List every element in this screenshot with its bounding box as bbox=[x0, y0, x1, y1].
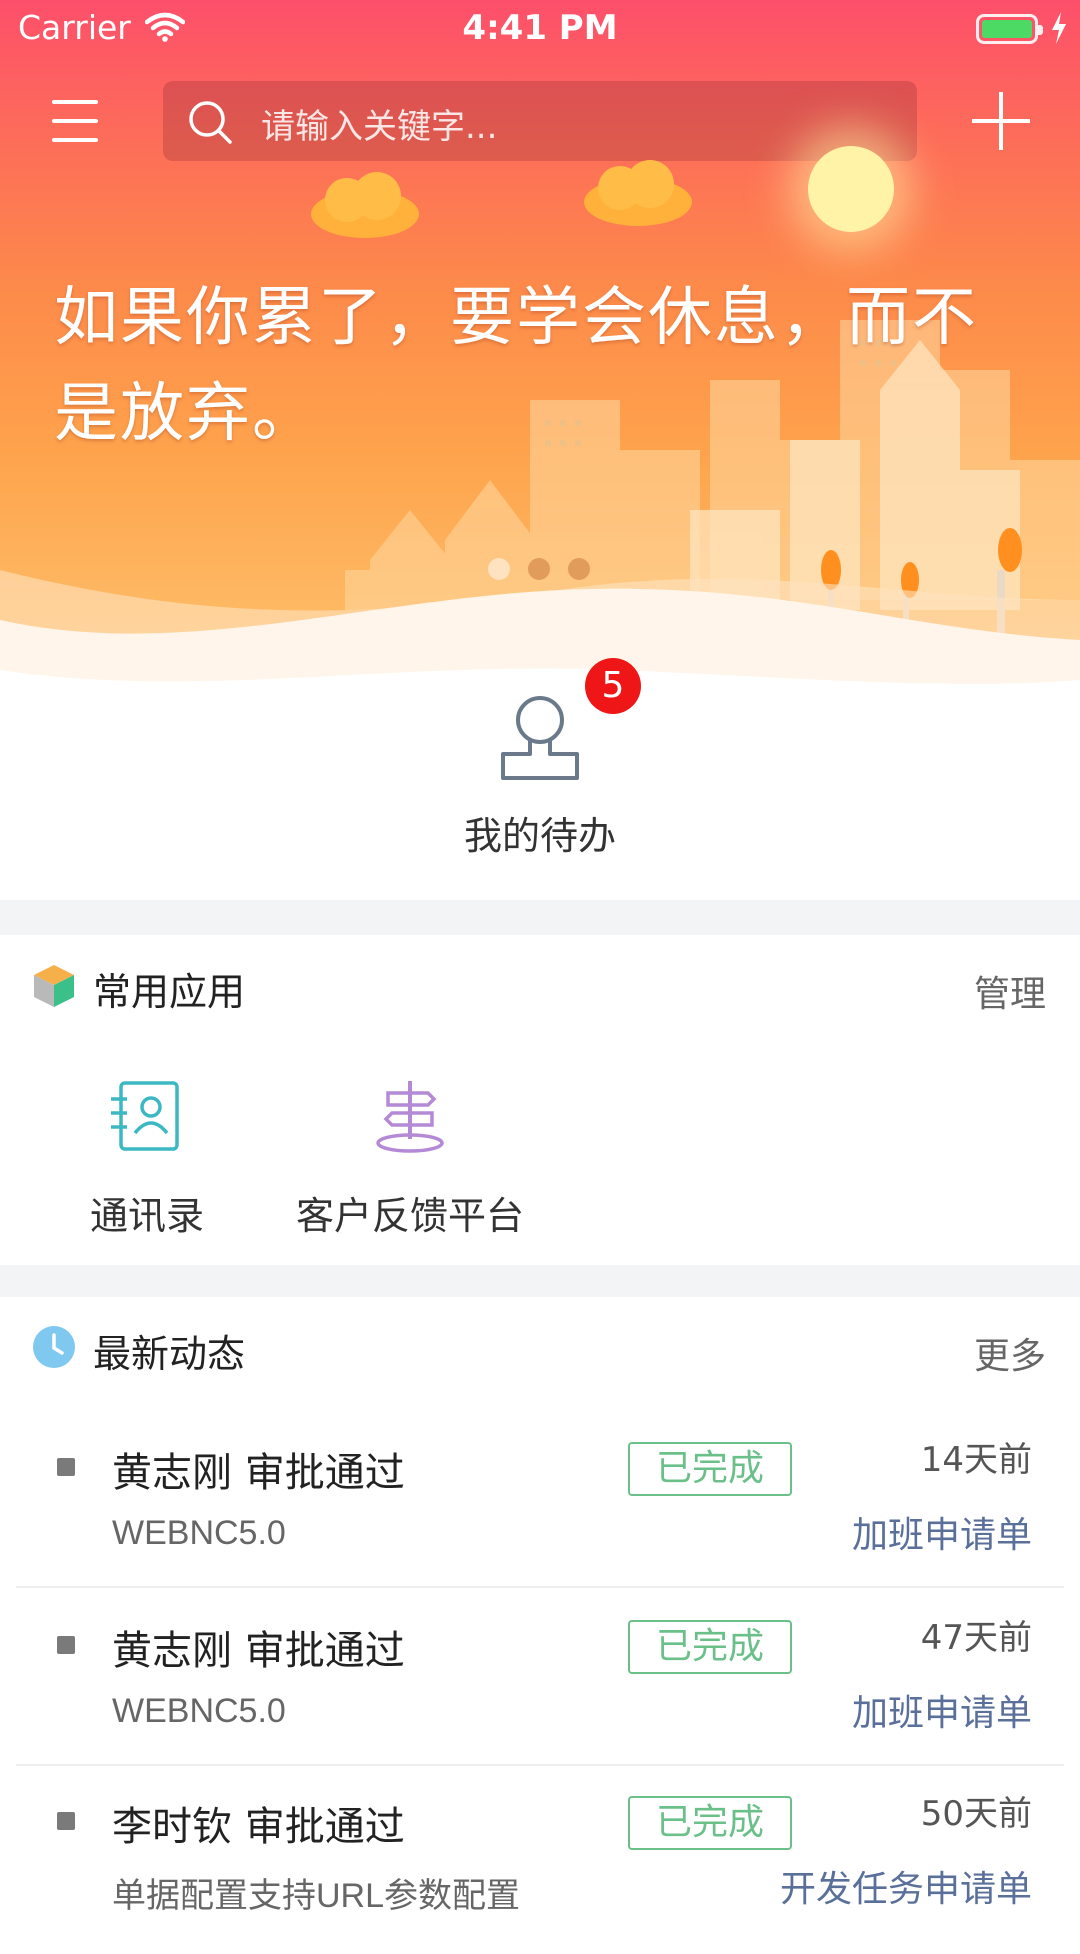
sun-decoration bbox=[808, 146, 894, 232]
charging-icon bbox=[1050, 12, 1068, 48]
bullet-icon bbox=[57, 1458, 75, 1476]
status-badge: 已完成 bbox=[628, 1442, 792, 1496]
news-item[interactable]: 黄志刚 审批通过 WEBNC5.0 已完成 14天前 加班申请单 bbox=[16, 1422, 1064, 1600]
banner-quote: 如果你累了，要学会休息，而不是放弃。 bbox=[54, 281, 978, 451]
my-todo-button[interactable]: 我的待办 bbox=[0, 660, 1080, 900]
more-button[interactable]: 更多 bbox=[974, 1327, 1046, 1379]
status-badge: 已完成 bbox=[628, 1620, 792, 1674]
hero-banner: Carrier 4:41 PM 请输入关键字... 如果你累了，要学会休息，而不… bbox=[0, 0, 1080, 720]
news-item[interactable]: 黄志刚 审批通过 WEBNC5.0 已完成 47天前 加班申请单 bbox=[16, 1600, 1064, 1778]
news-item-subtitle: WEBNC5.0 bbox=[112, 1692, 286, 1730]
news-header: 最新动态 更多 bbox=[0, 1297, 1080, 1397]
app-contacts[interactable]: 通讯录 bbox=[72, 1077, 222, 1240]
stamp-icon bbox=[495, 690, 585, 794]
list-divider bbox=[16, 1764, 1064, 1766]
news-item-type: 加班申请单 bbox=[851, 1693, 1032, 1734]
news-item[interactable]: 李时钦 审批通过 单据配置支持URL参数配置 已完成 50天前 开发任务申请单 bbox=[16, 1776, 1064, 1954]
app-customer-feedback[interactable]: 客户反馈平台 bbox=[290, 1077, 530, 1240]
news-item-time: 14天前 bbox=[920, 1440, 1032, 1480]
cloud-decoration bbox=[311, 172, 419, 238]
add-button[interactable] bbox=[970, 90, 1032, 152]
menu-button[interactable] bbox=[52, 100, 102, 144]
cube-icon bbox=[32, 963, 76, 1013]
news-item-title: 黄志刚 审批通过 bbox=[112, 1450, 405, 1496]
todo-count-badge: 5 bbox=[585, 658, 641, 714]
news-item-title: 黄志刚 审批通过 bbox=[112, 1628, 405, 1674]
news-item-type: 加班申请单 bbox=[851, 1515, 1032, 1556]
status-badge: 已完成 bbox=[628, 1796, 792, 1850]
search-input[interactable]: 请输入关键字... bbox=[261, 99, 497, 148]
manage-button[interactable]: 管理 bbox=[974, 965, 1046, 1017]
section-divider bbox=[0, 900, 1080, 935]
news-title: 最新动态 bbox=[93, 1332, 246, 1376]
section-divider bbox=[0, 1265, 1080, 1297]
status-bar: Carrier 4:41 PM bbox=[0, 0, 1080, 60]
news-item-subtitle: 单据配置支持URL参数配置 bbox=[112, 1877, 521, 1915]
list-divider bbox=[16, 1586, 1064, 1588]
battery-icon bbox=[976, 14, 1043, 44]
news-item-subtitle: WEBNC5.0 bbox=[112, 1514, 286, 1552]
clock: 4:41 PM bbox=[462, 8, 618, 48]
common-apps-header: 常用应用 管理 bbox=[0, 935, 1080, 1035]
news-item-time: 47天前 bbox=[920, 1618, 1032, 1658]
cloud-decoration bbox=[584, 160, 692, 226]
common-apps-title: 常用应用 bbox=[93, 970, 246, 1014]
search-bar[interactable]: 请输入关键字... bbox=[163, 81, 917, 161]
plus-icon bbox=[972, 92, 1030, 150]
news-item-type: 开发任务申请单 bbox=[779, 1869, 1032, 1910]
bullet-icon bbox=[57, 1812, 75, 1830]
news-item-time: 50天前 bbox=[920, 1794, 1032, 1834]
app-label: 通讯录 bbox=[89, 1194, 204, 1238]
todo-label: 我的待办 bbox=[463, 814, 616, 858]
news-item-title: 李时钦 审批通过 bbox=[112, 1804, 405, 1850]
search-icon bbox=[187, 99, 233, 149]
contacts-icon bbox=[111, 1081, 179, 1151]
app-label: 客户反馈平台 bbox=[295, 1194, 524, 1238]
clock-icon bbox=[32, 1325, 76, 1373]
signpost-icon bbox=[376, 1081, 444, 1153]
common-apps-grid: 通讯录 客户反馈平台 bbox=[0, 1035, 1080, 1265]
bullet-icon bbox=[57, 1636, 75, 1654]
